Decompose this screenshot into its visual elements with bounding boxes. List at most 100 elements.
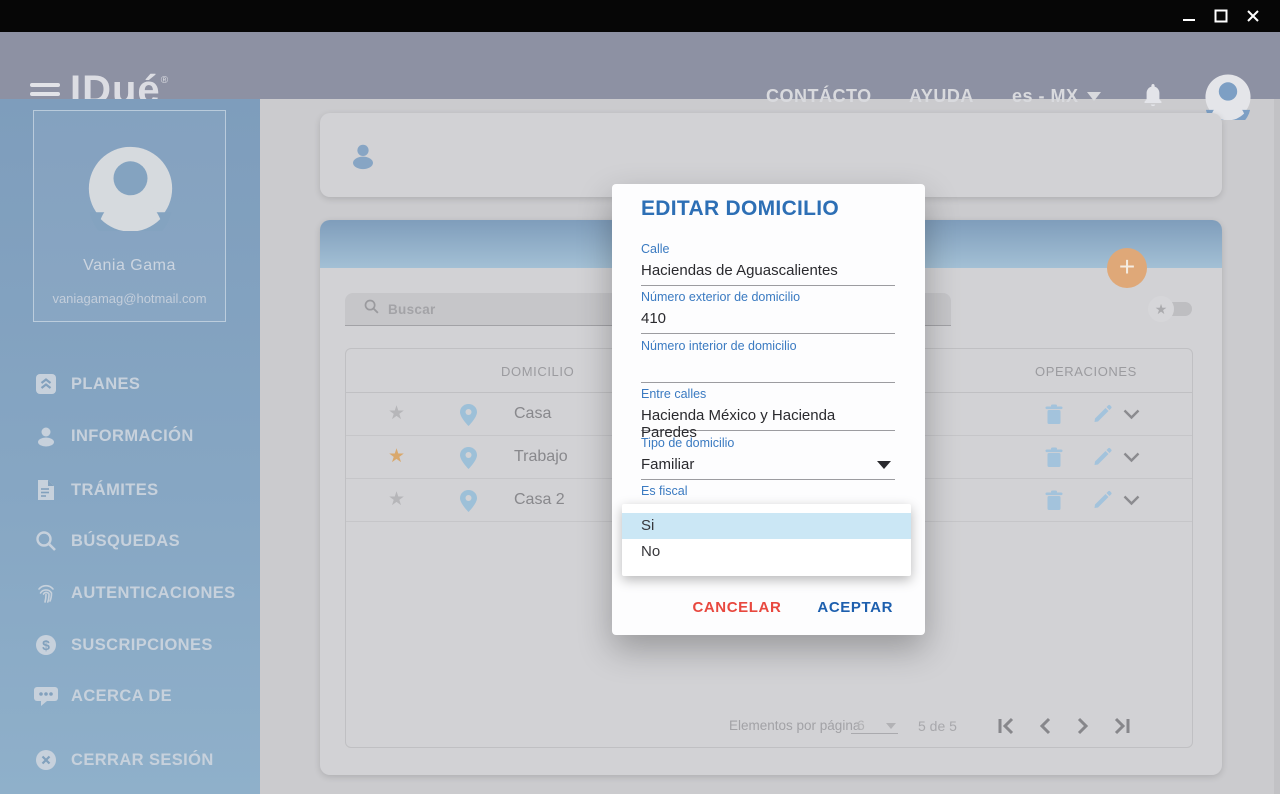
field-label: Es fiscal [641,484,895,498]
application-window: IDué® DILIGENCE AUTHENTICATION CONTÁCTO … [0,0,1280,794]
delete-trash-icon[interactable] [1045,490,1063,516]
locale-label: es - MX [1012,86,1079,106]
field-value: 410 [641,310,895,328]
favorites-filter-toggle[interactable]: ★ [1148,296,1192,322]
field-underline [641,333,895,334]
sidebar-item-label: AUTENTICACIONES [71,584,236,603]
sidebar-item-informacion[interactable]: INFORMACIÓN [33,421,260,451]
plans-icon [33,371,59,397]
window-titlebar [0,0,1280,32]
next-page-icon[interactable] [1072,715,1094,737]
dropdown-option-si[interactable]: Si [622,513,911,539]
sidebar-item-suscripciones[interactable]: $ SUSCRIPCIONES [33,630,260,660]
field-underline [641,479,895,480]
page-size-select[interactable]: 6 [851,717,898,734]
previous-page-icon[interactable] [1034,715,1056,737]
column-header-domicilio: DOMICILIO [501,364,574,379]
fingerprint-icon [33,580,59,606]
star-icon: ★ [1148,296,1174,322]
sidebar-item-autenticaciones[interactable]: AUTENTICACIONES [33,578,260,608]
edit-pencil-icon[interactable] [1092,404,1112,429]
first-page-icon[interactable] [996,715,1018,737]
sidebar-item-label: SUSCRIPCIONES [71,636,213,655]
field-value: Hacienda México y Hacienda Paredes [641,407,895,425]
page-range-label: 5 de 5 [918,718,957,734]
sidebar-item-label: PLANES [71,375,140,394]
field-tipo-de-domicilio[interactable]: Tipo de domicilio Familiar [641,436,895,480]
person-icon [33,423,59,449]
locale-selector[interactable]: es - MX [1012,86,1101,107]
sidebar-item-tramites[interactable]: TRÁMITES [33,475,260,505]
app-header: IDué® DILIGENCE AUTHENTICATION CONTÁCTO … [0,32,1280,99]
add-domicile-button[interactable]: + [1107,248,1147,288]
expand-chevron-icon[interactable] [1123,450,1140,468]
domicile-name: Casa 2 [514,491,565,509]
favorite-star-icon[interactable]: ★ [388,490,405,509]
favorite-star-icon[interactable]: ★ [388,404,405,423]
last-page-icon[interactable] [1110,715,1132,737]
field-value: Familiar [641,456,895,474]
column-header-operaciones: OPERACIONES [1035,364,1137,379]
es-fiscal-dropdown: Si No [622,504,911,576]
dialog-actions: CANCELAR ACEPTAR [612,599,893,616]
domicile-name: Trabajo [514,448,568,466]
sidebar-item-planes[interactable]: PLANES [33,369,260,399]
sidebar-item-label: INFORMACIÓN [71,427,194,446]
search-icon [363,298,380,320]
nav-help[interactable]: AYUDA [909,86,974,107]
items-per-page-label: Elementos por página [729,718,860,733]
delete-trash-icon[interactable] [1045,447,1063,473]
field-value [641,359,895,377]
profile-name: Vania Gama [34,257,225,275]
cancel-button[interactable]: CANCELAR [692,599,781,616]
field-value: Haciendas de Aguascalientes [641,262,895,280]
field-es-fiscal[interactable]: Es fiscal [641,484,895,498]
sidebar: Vania Gama vaniagamag@hotmail.com PLANES… [0,99,260,794]
field-numero-exterior[interactable]: Número exterior de domicilio 410 [641,290,895,334]
expand-chevron-icon[interactable] [1123,407,1140,425]
close-icon[interactable] [1245,8,1261,24]
expand-chevron-icon[interactable] [1123,493,1140,511]
field-label: Número exterior de domicilio [641,290,895,304]
sidebar-item-label: CERRAR SESIÓN [71,751,214,770]
accept-button[interactable]: ACEPTAR [817,599,893,616]
domicile-name: Casa [514,405,551,423]
field-label: Tipo de domicilio [641,436,895,450]
favorite-star-icon[interactable]: ★ [388,447,405,466]
minimize-icon[interactable] [1181,8,1197,24]
search-icon [33,528,59,554]
sidebar-item-acerca-de[interactable]: ACERCA DE [33,681,260,711]
chevron-down-icon [886,723,896,729]
map-pin-icon [460,490,477,517]
edit-pencil-icon[interactable] [1092,490,1112,515]
logout-x-icon [33,747,59,773]
field-entre-calles[interactable]: Entre calles Hacienda México y Hacienda … [641,387,895,431]
profile-card: Vania Gama vaniagamag@hotmail.com [33,110,226,322]
field-underline [641,382,895,383]
dropdown-option-no[interactable]: No [622,539,911,565]
select-caret-icon [877,461,891,469]
delete-trash-icon[interactable] [1045,404,1063,430]
profile-email: vaniagamag@hotmail.com [34,291,225,306]
sidebar-item-cerrar-sesion[interactable]: CERRAR SESIÓN [33,745,260,775]
registered-mark: ® [161,75,168,86]
sidebar-item-busquedas[interactable]: BÚSQUEDAS [33,526,260,556]
field-label: Calle [641,242,895,256]
map-pin-icon [460,447,477,474]
field-calle[interactable]: Calle Haciendas de Aguascalientes [641,242,895,286]
svg-text:$: $ [42,637,50,653]
edit-pencil-icon[interactable] [1092,447,1112,472]
field-label: Entre calles [641,387,895,401]
notifications-bell-icon[interactable] [1141,82,1165,115]
document-icon [33,477,59,503]
field-numero-interior[interactable]: Número interior de domicilio [641,339,895,383]
nav-contact[interactable]: CONTÁCTO [766,86,872,107]
scrollbar-track[interactable] [1274,99,1280,794]
sidebar-item-label: TRÁMITES [71,481,159,500]
chevron-down-icon [1087,92,1101,101]
map-pin-icon [460,404,477,431]
maximize-icon[interactable] [1213,8,1229,24]
dialog-title: EDITAR DOMICILIO [641,197,839,221]
person-icon [348,141,378,176]
pagination-bar: Elementos por página 6 5 de 5 [346,703,1192,747]
